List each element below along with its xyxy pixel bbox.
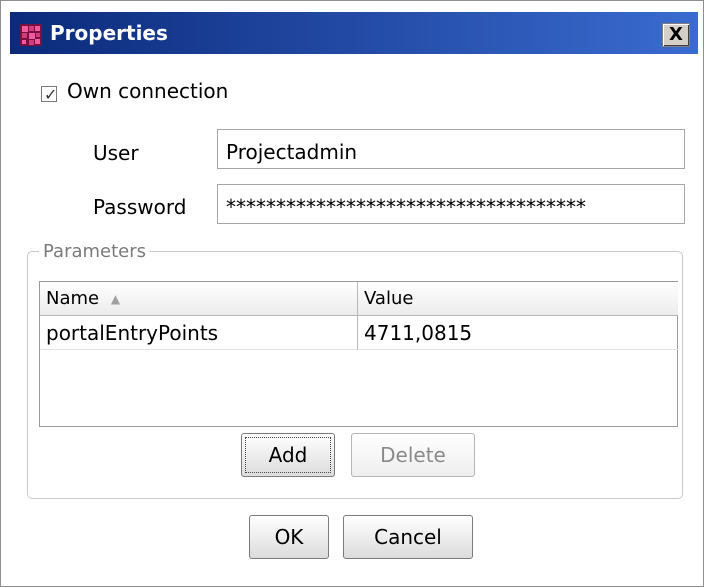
parameters-legend: Parameters [39, 241, 151, 262]
delete-button[interactable]: Delete [351, 433, 475, 477]
ok-button[interactable]: OK [249, 515, 329, 559]
sort-up-icon: ▲ [110, 292, 121, 306]
own-connection-checkbox[interactable]: ✓ [41, 85, 58, 104]
close-button[interactable]: X [662, 23, 690, 47]
own-connection-label[interactable]: Own connection [67, 79, 228, 103]
password-input[interactable]: ************************************ [217, 184, 685, 224]
column-header-value[interactable]: Value [358, 282, 678, 316]
titlebar[interactable]: Properties X [2, 2, 702, 54]
dialog-content: ✓ Own connection User Projectadmin Passw… [9, 55, 695, 578]
password-label: Password [93, 195, 187, 219]
parameters-table[interactable]: Name ▲ Value portalEntryPoints 4711,0815 [39, 281, 678, 427]
column-name-label: Name [46, 288, 100, 309]
titlebar-bar[interactable]: Properties X [10, 12, 698, 54]
table-cell-name[interactable]: portalEntryPoints [40, 316, 358, 350]
column-value-label: Value [364, 288, 414, 309]
cancel-button[interactable]: Cancel [343, 515, 473, 559]
user-input[interactable]: Projectadmin [217, 129, 685, 169]
window-title: Properties [50, 21, 168, 45]
app-icon [20, 24, 42, 46]
properties-dialog: Properties X ✓ Own connection User Proje… [0, 0, 704, 587]
add-button[interactable]: Add [241, 433, 335, 477]
check-icon: ✓ [44, 85, 58, 104]
table-cell-value[interactable]: 4711,0815 [358, 316, 678, 350]
column-header-name[interactable]: Name ▲ [40, 282, 358, 316]
user-label: User [93, 141, 139, 165]
close-icon: X [669, 24, 683, 45]
